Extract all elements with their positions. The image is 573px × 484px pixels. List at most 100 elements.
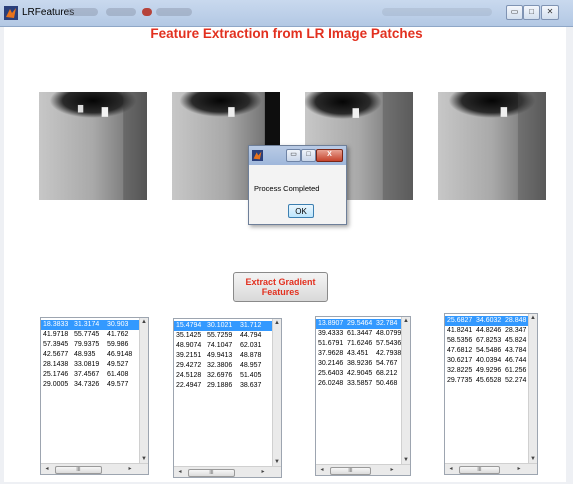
matlab-icon xyxy=(252,150,263,161)
scroll-up-icon[interactable]: ▲ xyxy=(402,318,410,324)
list-cell: 43.451 xyxy=(347,350,369,357)
horizontal-scrollbar[interactable]: ◂ III ▸ xyxy=(316,464,410,475)
scroll-thumb[interactable]: III xyxy=(55,466,102,474)
list-item[interactable]: 32.8225 49.9296 61.256 xyxy=(445,366,528,376)
list-item[interactable]: 41.9718 55.7745 41.762 xyxy=(41,330,139,340)
list-cell: 52.274 xyxy=(505,377,527,384)
list-item-selected[interactable]: 13.8907 29.5464 32.784 xyxy=(316,319,401,329)
list-cell: 44.8246 xyxy=(476,327,502,334)
list-item[interactable]: 51.6791 71.6246 57.5436 xyxy=(316,339,401,349)
list-item-selected[interactable]: 15.4794 30.1021 31.712 xyxy=(174,321,272,331)
scroll-up-icon[interactable]: ▲ xyxy=(273,320,281,326)
list-cell: 79.9375 xyxy=(74,341,100,348)
list-cell: 37.9628 xyxy=(318,350,344,357)
list-cell: 31.712 xyxy=(240,322,262,329)
list-cell: 34.6032 xyxy=(476,317,502,324)
list-cell: 68.212 xyxy=(376,370,398,377)
list-item[interactable]: 35.1425 55.7259 44.794 xyxy=(174,331,272,341)
feature-listbox-2[interactable]: 15.4794 30.1021 31.712 35.1425 55.7259 44.794… xyxy=(173,318,282,478)
list-item[interactable]: 26.0248 33.5857 50.468 xyxy=(316,379,401,389)
list-item[interactable]: 41.8241 44.8246 28.347 xyxy=(445,326,528,336)
scroll-up-icon[interactable]: ▲ xyxy=(140,319,148,325)
list-item[interactable]: 22.4947 29.1886 38.637 xyxy=(174,381,272,391)
list-item[interactable]: 24.5128 32.6976 51.405 xyxy=(174,371,272,381)
close-button[interactable]: ✕ xyxy=(541,5,559,20)
vertical-scrollbar[interactable]: ▲ ▼ xyxy=(401,317,410,464)
vertical-scrollbar[interactable]: ▲ ▼ xyxy=(528,314,537,463)
vertical-scrollbar[interactable]: ▲ ▼ xyxy=(139,318,148,463)
blurred-title-area xyxy=(382,8,492,16)
list-cell: 58.5356 xyxy=(447,337,473,344)
scroll-left-icon[interactable]: ◂ xyxy=(43,465,51,472)
list-item[interactable]: 47.6812 54.5486 43.784 xyxy=(445,346,528,356)
feature-listbox-4[interactable]: 25.6827 34.6032 28.848 41.8241 44.8246 28.347… xyxy=(444,313,538,475)
scroll-left-icon[interactable]: ◂ xyxy=(176,468,184,475)
blurred-tab xyxy=(106,8,136,16)
list-item[interactable]: 48.9074 74.1047 62.031 xyxy=(174,341,272,351)
feature-listbox-3[interactable]: 13.8907 29.5464 32.784 39.4333 61.3447 48.079… xyxy=(315,316,411,476)
list-cell: 31.3174 xyxy=(74,321,100,328)
dialog-close-button[interactable]: X xyxy=(316,149,343,162)
page-title: Feature Extraction from LR Image Patches xyxy=(150,26,423,41)
scroll-right-icon[interactable]: ▸ xyxy=(515,465,523,472)
list-item[interactable]: 42.5677 48.935 46.9148 xyxy=(41,350,139,360)
list-item[interactable]: 30.6217 40.0394 46.744 xyxy=(445,356,528,366)
list-cell: 71.6246 xyxy=(347,340,373,347)
list-item[interactable]: 30.2146 38.9236 54.767 xyxy=(316,359,401,369)
list-item[interactable]: 29.4272 32.3806 48.957 xyxy=(174,361,272,371)
scroll-up-icon[interactable]: ▲ xyxy=(529,315,537,321)
list-cell: 33.0819 xyxy=(74,361,100,368)
list-cell: 33.5857 xyxy=(347,380,373,387)
list-cell: 25.6827 xyxy=(447,317,473,324)
list-item[interactable]: 39.4333 61.3447 48.0799 xyxy=(316,329,401,339)
feature-listbox-1[interactable]: 18.3833 31.3174 30.903 41.9718 55.7745 41.762… xyxy=(40,317,149,475)
list-cell: 51.405 xyxy=(240,372,262,379)
list-item[interactable]: 25.6403 42.9045 68.212 xyxy=(316,369,401,379)
blurred-tab xyxy=(156,8,192,16)
list-cell: 45.6528 xyxy=(476,377,502,384)
scroll-thumb[interactable]: III xyxy=(459,466,500,474)
list-item[interactable]: 58.5356 67.8253 45.824 xyxy=(445,336,528,346)
scroll-down-icon[interactable]: ▼ xyxy=(402,457,410,463)
list-cell: 67.8253 xyxy=(476,337,502,344)
list-item[interactable]: 39.2151 49.9413 48.878 xyxy=(174,351,272,361)
ok-button[interactable]: OK xyxy=(288,204,314,218)
scroll-down-icon[interactable]: ▼ xyxy=(140,456,148,462)
list-item[interactable]: 37.9628 43.451 42.7938 xyxy=(316,349,401,359)
list-item[interactable]: 29.7735 45.6528 52.274 xyxy=(445,376,528,386)
scroll-left-icon[interactable]: ◂ xyxy=(447,465,455,472)
scroll-down-icon[interactable]: ▼ xyxy=(273,459,281,465)
list-item-selected[interactable]: 18.3833 31.3174 30.903 xyxy=(41,320,139,330)
maximize-button[interactable]: □ xyxy=(523,5,540,20)
list-cell: 41.8241 xyxy=(447,327,473,334)
minimize-button[interactable]: ▭ xyxy=(506,5,523,20)
scroll-right-icon[interactable]: ▸ xyxy=(388,466,396,473)
list-item[interactable]: 57.3945 79.9375 59.986 xyxy=(41,340,139,350)
list-cell: 48.0799 xyxy=(376,330,402,337)
horizontal-scrollbar[interactable]: ◂ III ▸ xyxy=(41,463,148,474)
scroll-thumb[interactable]: III xyxy=(188,469,235,477)
list-cell: 34.7326 xyxy=(74,381,100,388)
image-patch-4 xyxy=(438,92,546,200)
list-item[interactable]: 25.1746 37.4567 61.408 xyxy=(41,370,139,380)
list-cell: 48.957 xyxy=(240,362,262,369)
list-cell: 54.767 xyxy=(376,360,398,367)
horizontal-scrollbar[interactable]: ◂ III ▸ xyxy=(174,466,281,477)
scroll-down-icon[interactable]: ▼ xyxy=(529,456,537,462)
list-item[interactable]: 29.0005 34.7326 49.577 xyxy=(41,380,139,390)
list-cell: 59.986 xyxy=(107,341,129,348)
scroll-thumb[interactable]: III xyxy=(330,467,371,475)
horizontal-scrollbar[interactable]: ◂ III ▸ xyxy=(445,463,537,474)
list-item-selected[interactable]: 25.6827 34.6032 28.848 xyxy=(445,316,528,326)
list-cell: 55.7259 xyxy=(207,332,233,339)
list-cell: 30.903 xyxy=(107,321,129,328)
dialog-maximize-button[interactable]: □ xyxy=(301,149,316,162)
list-item[interactable]: 28.1438 33.0819 49.527 xyxy=(41,360,139,370)
scroll-left-icon[interactable]: ◂ xyxy=(318,466,326,473)
scroll-right-icon[interactable]: ▸ xyxy=(259,468,267,475)
dialog-minimize-button[interactable]: ▭ xyxy=(286,149,301,162)
vertical-scrollbar[interactable]: ▲ ▼ xyxy=(272,319,281,466)
extract-gradient-features-button[interactable]: Extract Gradient Features xyxy=(233,272,328,302)
list-cell: 32.3806 xyxy=(207,362,233,369)
scroll-right-icon[interactable]: ▸ xyxy=(126,465,134,472)
